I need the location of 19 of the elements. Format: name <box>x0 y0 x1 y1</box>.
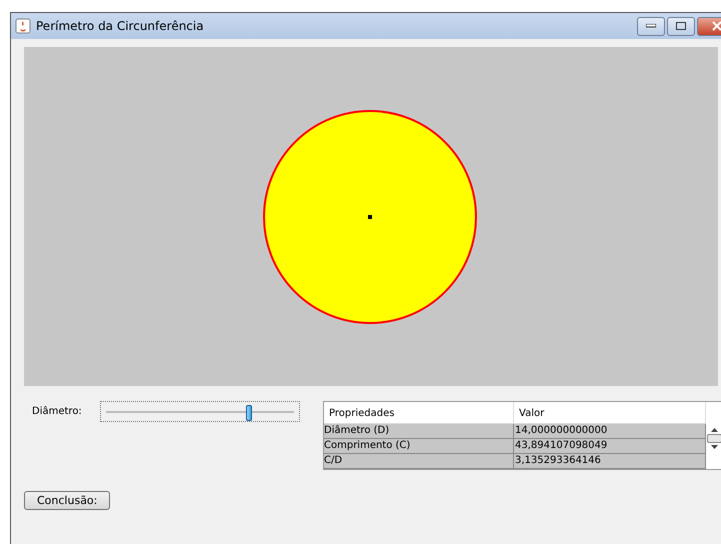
column-header[interactable]: Valor <box>514 402 706 424</box>
minimize-button[interactable] <box>637 16 665 36</box>
close-icon <box>712 21 721 31</box>
scrollbar-thumb[interactable] <box>707 434 721 443</box>
conclusion-button[interactable]: Conclusão: <box>24 491 110 510</box>
table-cell: C/D <box>324 454 514 469</box>
window-title: Perímetro da Circunferência <box>36 19 205 33</box>
maximize-icon <box>676 22 686 30</box>
scroll-up-icon[interactable] <box>711 428 718 432</box>
diameter-slider[interactable] <box>100 401 300 422</box>
table-cell: 3,135293364146 <box>514 454 706 469</box>
slider-label: Diâmetro: <box>32 405 82 417</box>
minimize-icon <box>646 24 656 28</box>
scroll-down-icon[interactable] <box>711 445 718 449</box>
slider-thumb[interactable] <box>246 405 252 421</box>
app-icon <box>15 18 31 34</box>
column-header[interactable]: Propriedades <box>324 402 514 424</box>
maximize-button[interactable] <box>667 16 695 36</box>
center-point <box>368 215 372 219</box>
